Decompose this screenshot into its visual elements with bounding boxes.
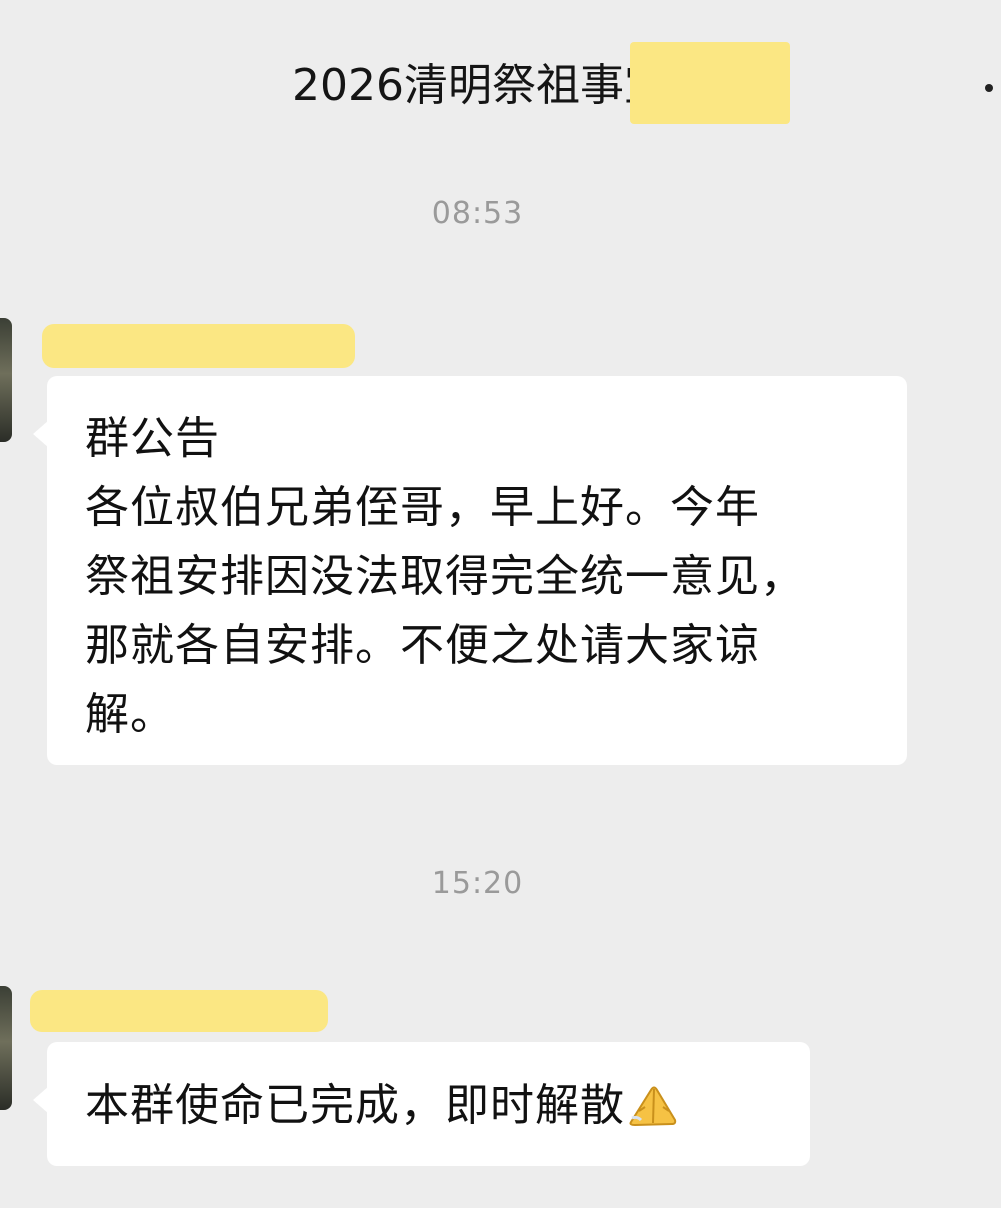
more-dots-icon[interactable]: [985, 84, 993, 92]
sender-name-redaction: [42, 324, 355, 368]
chat-header: 2026清明祭祖事宜: [0, 0, 1001, 170]
message-line: 那就各自安排。不便之处请大家谅: [85, 620, 760, 671]
message-bubble[interactable]: 本群使命已完成，即时解散: [33, 1042, 810, 1166]
chat-title: 2026清明祭祖事宜: [292, 60, 668, 111]
message-text: 本群使命已完成，即时解散: [85, 1076, 780, 1136]
avatar[interactable]: [0, 318, 12, 442]
message-timestamp: 08:53: [431, 196, 524, 231]
message-line: 群公告: [85, 413, 220, 464]
folded-hands-icon: [627, 1080, 679, 1128]
message-line: 解。: [85, 689, 175, 740]
sender-name-redaction: [30, 990, 328, 1032]
message-line: 各位叔伯兄弟侄哥，早上好。今年: [85, 482, 760, 533]
message-timestamp: 15:20: [431, 866, 524, 901]
message-bubble[interactable]: 群公告 各位叔伯兄弟侄哥，早上好。今年 祭祖安排因没法取得完全统一意见， 那就各…: [33, 376, 907, 765]
title-redaction: [630, 42, 790, 124]
message-line: 祭祖安排因没法取得完全统一意见，: [85, 551, 805, 602]
message-text-content: 本群使命已完成，即时解散: [85, 1080, 625, 1131]
avatar[interactable]: [0, 986, 12, 1110]
